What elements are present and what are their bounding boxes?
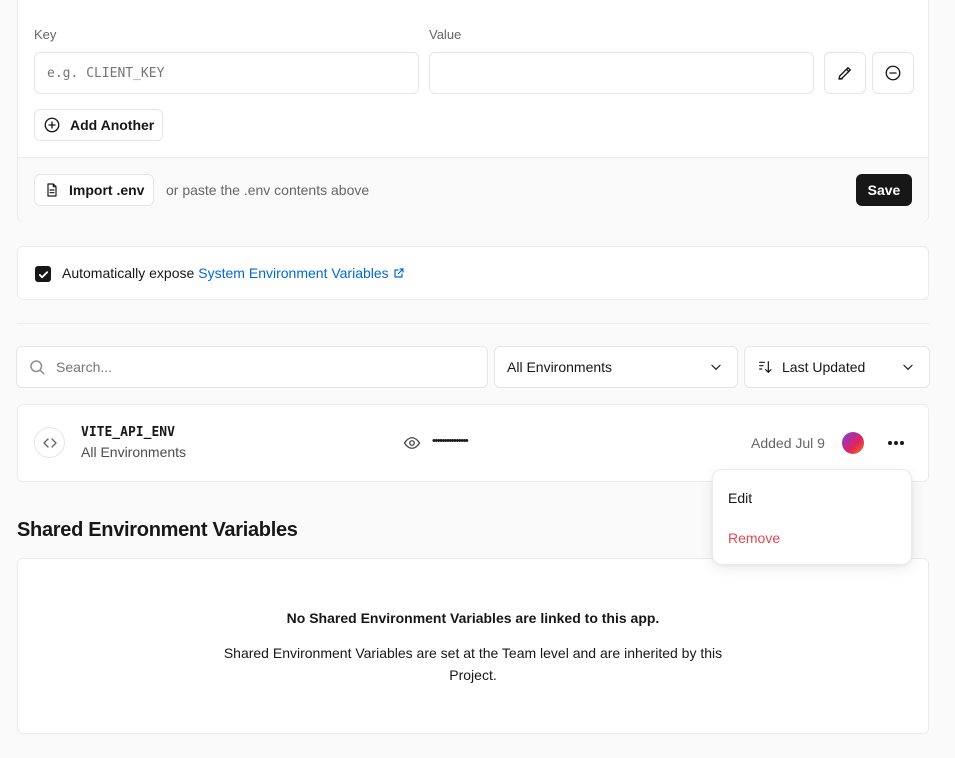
edit-value-button[interactable] [824,52,866,94]
expose-system-vars-checkbox[interactable] [35,266,51,282]
system-env-card: Automatically expose System Environment … [17,246,929,300]
search-icon [30,360,45,375]
more-options-button[interactable] [882,430,910,456]
save-button[interactable]: Save [856,174,912,206]
key-input[interactable] [34,52,419,94]
form-footer [18,157,928,222]
search-input[interactable] [56,359,456,375]
reveal-value-button[interactable] [403,434,421,452]
remove-row-button[interactable] [872,52,914,94]
environment-select[interactable]: All Environments [494,346,738,388]
shared-empty-card: No Shared Environment Variables are link… [17,558,929,734]
sort-select[interactable]: Last Updated [744,346,930,388]
minus-circle-icon [885,65,901,81]
value-label: Value [429,27,462,42]
eye-icon [403,437,421,449]
section-divider [17,323,929,324]
expose-prefix: Automatically expose [62,265,195,281]
add-another-label: Add Another [70,117,155,133]
menu-item-remove[interactable]: Remove [728,530,780,546]
shared-section-heading: Shared Environment Variables [17,519,298,541]
plus-circle-icon [44,117,60,133]
value-input[interactable] [429,52,814,94]
expose-system-vars-text: Automatically expose System Environment … [62,265,405,281]
environment-select-value: All Environments [507,359,613,375]
paste-hint: or paste the .env contents above [166,182,370,198]
avatar [842,432,864,454]
key-label: Key [34,27,57,42]
shared-empty-body: Shared Environment Variables are set at … [223,645,723,683]
menu-item-edit[interactable]: Edit [728,490,752,506]
checkmark-icon [38,270,48,278]
shared-empty-title: No Shared Environment Variables are link… [286,610,660,626]
env-var-form-card: Key Value Add Another Import .env or pas… [17,0,929,222]
code-icon-badge [34,427,65,458]
search-field[interactable] [16,346,488,388]
added-date: Added Jul 9 [751,435,825,451]
code-icon [42,437,57,448]
external-link-icon [394,268,404,278]
file-icon [47,183,57,197]
system-env-vars-link[interactable]: System Environment Variables [198,265,388,281]
chevron-down-icon [711,364,721,370]
pencil-icon [838,67,851,80]
import-env-label: Import .env [69,182,145,198]
chevron-down-icon [903,364,913,370]
ellipsis-icon [888,441,904,445]
env-var-environment: All Environments [81,444,187,460]
row-context-menu: Edit Remove [712,469,912,565]
add-another-button[interactable]: Add Another [34,109,163,141]
sort-icon [759,361,772,373]
import-env-button[interactable]: Import .env [34,174,154,206]
env-var-name: VITE_API_ENV [81,425,175,440]
masked-value: ••••••••••••••• [432,435,469,447]
sort-select-value: Last Updated [782,359,866,375]
